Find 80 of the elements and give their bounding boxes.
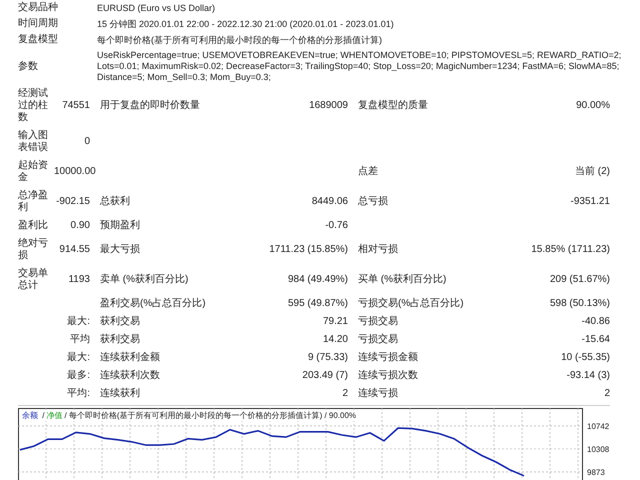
field-value: UseRiskPercentage=true; USEMOVETOBREAKEVEN=true; WHENTOMOVETOBE=10; PIPSTOMOVESL=5; REWARD_RATIO=2; (97, 50, 622, 61)
stat-value: 10 (-55.35) (561, 352, 610, 363)
stat-label: 连续亏损金额 (358, 352, 418, 363)
legend-label: 余额 (22, 411, 38, 420)
stat-value: 1711.23 (15.85%) (269, 244, 348, 255)
stat-value: 203.49 (7) (302, 370, 348, 381)
stat-value: -902.15 (56, 196, 90, 207)
stat-label: 复盘模型的质量 (358, 100, 428, 111)
stat-value: 1689009 (309, 100, 348, 111)
field-label: 交易品种 (18, 0, 59, 15)
stat-value: 79.21 (322, 316, 348, 327)
stat-value: 平均: (67, 388, 90, 399)
stat-value: 最大: (67, 316, 90, 327)
stat-label: 连续获利金额 (100, 352, 160, 363)
stat-label: 输入图表错误 (18, 130, 48, 153)
legend-label: / 每个即时价格(基于所有可利用的最小时段的每一个价格的分形插值计算) / 90.00% (64, 411, 356, 420)
stat-label: 获利交易 (100, 316, 140, 327)
stat-label: 经测试过的柱数 (18, 88, 48, 123)
stat-value: 14.20 (322, 334, 348, 345)
stat-value: 0.90 (70, 220, 90, 231)
stat-label: 亏损交易(%占总百分比) (358, 298, 464, 309)
stat-value: 0 (84, 136, 90, 147)
stat-label: 盈利比 (18, 220, 48, 231)
stat-value: -93.14 (3) (566, 370, 610, 381)
stat-value: 9 (75.33) (308, 352, 348, 363)
stat-value: -40.86 (582, 316, 610, 327)
field-value: EURUSD (Euro vs US Dollar) (97, 2, 216, 14)
legend-label: 净值 (46, 411, 62, 420)
stat-label: 交易单总计 (18, 268, 48, 291)
field-label: 复盘模型 (18, 32, 59, 47)
stat-value: 2 (342, 388, 348, 399)
stat-label: 总亏损 (358, 196, 388, 207)
axis-label: 10308 (587, 444, 610, 454)
stat-label: 连续亏损 (358, 388, 398, 399)
stat-label: 最大亏损 (100, 244, 140, 255)
field-value: Lots=0.01; MaximumRisk=0.02; DecreaseFactor=3; TrailingStop=40; Stop_Loss=20; MagicNumber=1234; FastMA=6; SlowMA=85; (97, 61, 620, 72)
stat-value: 914.55 (59, 244, 90, 255)
stat-label: 买单 (%获利百分比) (358, 274, 446, 285)
stat-label: 相对亏损 (358, 244, 398, 255)
stat-value: -9351.21 (570, 196, 610, 207)
axis-label: 10742 (587, 422, 610, 431)
stat-label: 亏损交易 (358, 334, 398, 345)
field-value: 15 分钟图 2020.01.01 22:00 - 2022.12.30 21:00 (2020.01.01 - 2023.01.01) (97, 18, 395, 30)
stat-value: 10000.00 (54, 166, 96, 177)
stat-value: 90.00% (576, 100, 610, 111)
stat-value: -15.64 (582, 334, 610, 345)
field-label: 参数 (18, 60, 39, 74)
stat-value: 74551 (62, 100, 90, 111)
stat-value: 15.85% (1711.23) (531, 244, 610, 255)
stat-value: 平均 (70, 334, 90, 345)
stat-label: 盈利交易(%占总百分比) (100, 298, 206, 309)
stat-label: 总获利 (100, 196, 130, 207)
stat-label: 获利交易 (100, 334, 140, 345)
stat-value: 最多: (67, 370, 90, 381)
legend-label: / (42, 411, 44, 420)
field-value: Distance=5; Mom_Sell=0.3; Mom_Buy=0.3; (97, 72, 272, 83)
stat-label: 亏损交易 (358, 316, 398, 327)
stat-value: 当前 (2) (575, 166, 610, 177)
stat-value: 598 (50.13%) (550, 298, 610, 309)
stat-label: 连续获利次数 (100, 370, 160, 381)
axis-label: 9873 (587, 468, 605, 477)
stat-value: 2 (604, 388, 610, 399)
stat-value: 595 (49.87%) (288, 298, 348, 309)
stat-label: 用于复盘的即时价数量 (100, 100, 200, 111)
stat-label: 卖单 (%获利百分比) (100, 274, 188, 285)
stat-label: 点差 (358, 166, 378, 177)
stat-value: 最大: (67, 352, 90, 363)
stat-label: 连续获利 (100, 388, 140, 399)
stat-value: 8449.06 (312, 196, 348, 207)
stat-label: 预期盈利 (100, 220, 140, 231)
stat-label: 连续亏损次数 (358, 370, 418, 381)
stat-value: 209 (51.67%) (550, 274, 610, 285)
stat-value: 984 (49.49%) (288, 274, 348, 285)
field-label: 时间周期 (18, 16, 59, 31)
stat-label: 总净盈利 (18, 190, 48, 213)
stat-label: 起始资金 (18, 160, 48, 183)
stat-value: -0.76 (325, 220, 348, 231)
field-value: 每个即时价格(基于所有可利用的最小时段的每一个价格的分形插值计算) (97, 34, 383, 46)
stat-value: 1193 (68, 274, 90, 285)
stat-label: 绝对亏损 (18, 238, 48, 261)
